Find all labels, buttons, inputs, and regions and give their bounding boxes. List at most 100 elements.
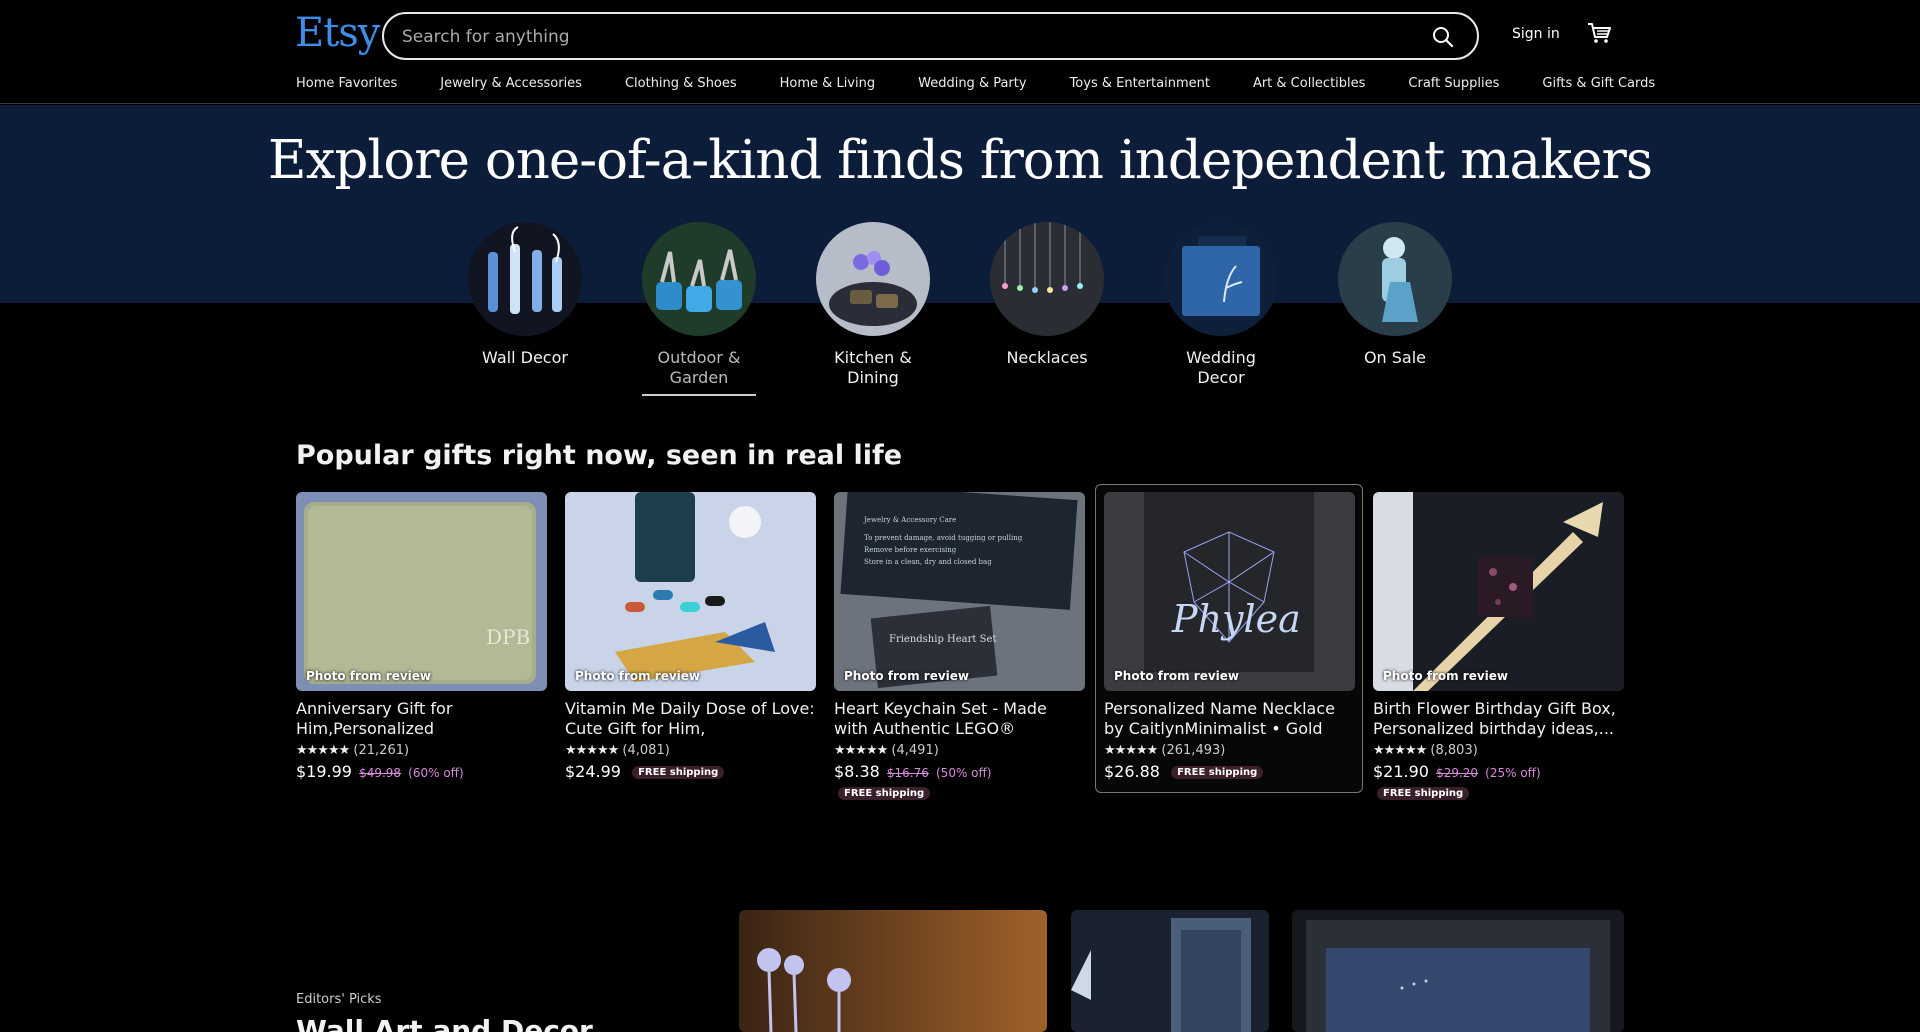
- svg-text:Phylea: Phylea: [1171, 597, 1301, 641]
- nav-item-gifts[interactable]: Gifts & Gift Cards: [1542, 76, 1655, 91]
- star-rating-icon: ★★★★★: [1104, 743, 1158, 758]
- photo-from-review-badge: Photo from review: [1114, 669, 1240, 683]
- svg-text:Store in a clean, dry and clos: Store in a clean, dry and closed bag: [864, 558, 992, 566]
- review-count: (4,081): [622, 743, 670, 758]
- product-image[interactable]: Photo from review: [565, 492, 816, 691]
- product-title[interactable]: Personalized Name Necklace by CaitlynMin…: [1104, 699, 1355, 739]
- product-title[interactable]: Anniversary Gift for Him,Personalized Wa…: [296, 699, 547, 739]
- star-rating-icon: ★★★★★: [834, 743, 888, 758]
- price-row: $21.90 $29.20 (25% off): [1373, 762, 1624, 781]
- category-label: Outdoor & Garden: [657, 348, 741, 387]
- price-row: $26.88 FREE shipping: [1104, 762, 1355, 781]
- product-image[interactable]: Phylea Photo from review: [1104, 492, 1355, 691]
- review-count: (4,491): [891, 743, 939, 758]
- active-underline: [642, 394, 756, 396]
- svg-text:Jewelry & Accessory Care: Jewelry & Accessory Care: [863, 516, 956, 524]
- category-necklaces[interactable]: Necklaces: [989, 222, 1105, 368]
- price-row: $24.99 FREE shipping: [565, 762, 816, 781]
- sign-in-link[interactable]: Sign in: [1512, 26, 1560, 42]
- product-rating: ★★★★★ (261,493): [1104, 743, 1355, 758]
- nav-item-clothing[interactable]: Clothing & Shoes: [625, 76, 737, 91]
- category-nav: Home Favorites Jewelry & Accessories Clo…: [296, 76, 1655, 91]
- star-rating-icon: ★★★★★: [565, 743, 619, 758]
- photo-from-review-badge: Photo from review: [844, 669, 970, 683]
- review-count: (261,493): [1161, 743, 1226, 758]
- editors-picks-title: Wall Art and Decor: [296, 1014, 593, 1032]
- svg-text:Friendship Heart Set: Friendship Heart Set: [889, 634, 996, 645]
- product-card[interactable]: Jewelry & Accessory Care To prevent dama…: [834, 492, 1085, 800]
- cart-icon[interactable]: [1586, 20, 1612, 46]
- search-bar[interactable]: [382, 12, 1479, 60]
- category-wedding-decor[interactable]: Wedding Decor: [1163, 222, 1279, 388]
- category-outdoor-garden[interactable]: Outdoor & Garden: [641, 222, 757, 396]
- editors-image-sky[interactable]: [1292, 910, 1624, 1032]
- free-shipping-badge: FREE shipping: [838, 787, 931, 800]
- nav-item-wedding-party[interactable]: Wedding & Party: [918, 76, 1026, 91]
- product-price: $24.99: [565, 762, 621, 781]
- search-input[interactable]: [402, 24, 1382, 50]
- svg-text:To prevent damage, avoid tuggi: To prevent damage, avoid tugging or pull…: [864, 534, 1023, 542]
- free-shipping-badge: FREE shipping: [632, 766, 725, 779]
- product-card[interactable]: DPB Photo from review Anniversary Gift f…: [296, 492, 547, 781]
- discount: (60% off): [408, 766, 464, 780]
- discount: (25% off): [1485, 766, 1541, 780]
- photo-from-review-badge: Photo from review: [1383, 669, 1509, 683]
- product-card[interactable]: Photo from review Birth Flower Birthday …: [1373, 492, 1624, 800]
- nav-item-craft[interactable]: Craft Supplies: [1408, 76, 1499, 91]
- original-price: $16.76: [886, 766, 929, 780]
- svg-text:DPB: DPB: [486, 625, 530, 649]
- editors-image-palms[interactable]: [739, 910, 1047, 1032]
- category-image: [642, 222, 756, 336]
- category-image: [1338, 222, 1452, 336]
- star-rating-icon: ★★★★★: [296, 743, 350, 758]
- product-card[interactable]: Phylea Photo from review Personalized Na…: [1104, 492, 1355, 781]
- product-rating: ★★★★★ (8,803): [1373, 743, 1624, 758]
- svg-text:Remove before exercising: Remove before exercising: [864, 546, 957, 554]
- category-image: [1164, 222, 1278, 336]
- photo-from-review-badge: Photo from review: [575, 669, 701, 683]
- product-image[interactable]: Jewelry & Accessory Care To prevent dama…: [834, 492, 1085, 691]
- nav-item-art[interactable]: Art & Collectibles: [1253, 76, 1365, 91]
- product-image[interactable]: DPB Photo from review: [296, 492, 547, 691]
- category-label: Wall Decor: [482, 348, 568, 367]
- category-on-sale[interactable]: On Sale: [1337, 222, 1453, 368]
- search-icon[interactable]: [1431, 25, 1455, 49]
- product-title[interactable]: Vitamin Me Daily Dose of Love: Cute Gift…: [565, 699, 816, 739]
- product-title[interactable]: Heart Keychain Set - Made with Authentic…: [834, 699, 1085, 739]
- product-price: $26.88: [1104, 762, 1160, 781]
- nav-item-home-favorites[interactable]: Home Favorites: [296, 76, 397, 91]
- nav-item-home-living[interactable]: Home & Living: [780, 76, 875, 91]
- original-price: $49.98: [359, 766, 402, 780]
- category-image: [816, 222, 930, 336]
- category-image: [468, 222, 582, 336]
- nav-item-jewelry[interactable]: Jewelry & Accessories: [440, 76, 582, 91]
- product-card[interactable]: Photo from review Vitamin Me Daily Dose …: [565, 492, 816, 781]
- site-header: Etsy Sign in Home Favorites Jewelry & Ac…: [0, 0, 1920, 104]
- product-price: $21.90: [1373, 762, 1429, 781]
- product-rating: ★★★★★ (21,261): [296, 743, 547, 758]
- category-label: Wedding Decor: [1186, 348, 1256, 387]
- original-price: $29.20: [1436, 766, 1479, 780]
- editors-image-frame[interactable]: [1071, 910, 1269, 1032]
- product-rating: ★★★★★ (4,491): [834, 743, 1085, 758]
- etsy-logo[interactable]: Etsy: [295, 10, 380, 56]
- product-title[interactable]: Birth Flower Birthday Gift Box, Personal…: [1373, 699, 1624, 739]
- price-row: $19.99 $49.98 (60% off): [296, 762, 547, 781]
- editors-picks-label: Editors' Picks: [296, 992, 382, 1007]
- category-kitchen-dining[interactable]: Kitchen & Dining: [815, 222, 931, 388]
- free-shipping-badge: FREE shipping: [1377, 787, 1470, 800]
- product-image[interactable]: Photo from review: [1373, 492, 1624, 691]
- category-image: [990, 222, 1104, 336]
- review-count: (8,803): [1430, 743, 1478, 758]
- free-shipping-badge: FREE shipping: [1171, 766, 1264, 779]
- category-wall-decor[interactable]: Wall Decor: [467, 222, 583, 368]
- popular-gifts-title: Popular gifts right now, seen in real li…: [296, 440, 903, 471]
- category-label: Kitchen & Dining: [834, 348, 912, 387]
- photo-from-review-badge: Photo from review: [306, 669, 432, 683]
- star-rating-icon: ★★★★★: [1373, 743, 1427, 758]
- product-rating: ★★★★★ (4,081): [565, 743, 816, 758]
- hero-title: Explore one-of-a-kind finds from indepen…: [267, 130, 1653, 191]
- product-price: $19.99: [296, 762, 352, 781]
- nav-item-toys[interactable]: Toys & Entertainment: [1070, 76, 1210, 91]
- category-label: On Sale: [1363, 348, 1427, 367]
